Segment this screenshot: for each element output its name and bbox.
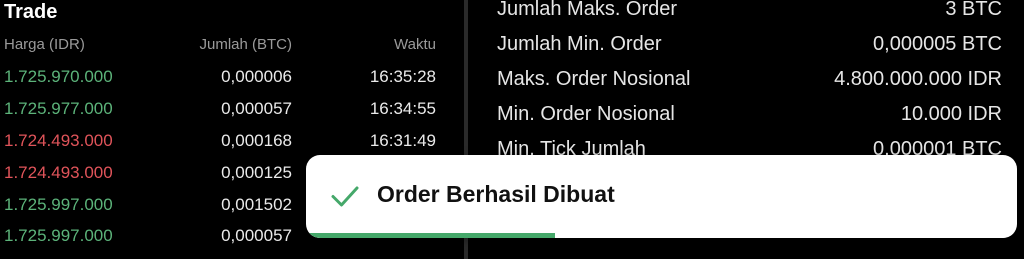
trade-amount: 0,000168 <box>221 131 292 150</box>
success-toast[interactable]: Order Berhasil Dibuat <box>306 155 1017 238</box>
trade-price: 1.725.997.000 <box>4 195 113 214</box>
trade-row: 1.725.970.000 0,000006 16:35:28 <box>0 67 462 99</box>
info-value: 0,000005 BTC <box>873 33 1002 55</box>
info-value: 10.000 IDR <box>900 103 1002 125</box>
info-value: 4.800.000.000 IDR <box>834 68 1002 90</box>
header-time: Waktu <box>394 36 436 53</box>
trade-time: 16:35:28 <box>369 67 436 86</box>
trade-amount: 0,000057 <box>221 99 292 118</box>
trade-price: 1.724.493.000 <box>4 131 113 150</box>
trade-amount: 0,001502 <box>221 195 292 214</box>
toast-progress-bar <box>306 233 555 238</box>
info-label: Jumlah Maks. Order <box>497 0 678 20</box>
trade-time: 16:34:55 <box>369 99 436 118</box>
trade-row: 1.725.977.000 0,000057 16:34:55 <box>0 99 462 131</box>
trade-price: 1.724.493.000 <box>4 163 113 182</box>
info-row-max-order-amount: Jumlah Maks. Order 3 BTC <box>470 0 1024 32</box>
trading-screen: Trade Harga (IDR) Jumlah (BTC) Waktu 1.7… <box>0 0 1024 259</box>
trade-time: 16:31:49 <box>369 131 436 150</box>
toast-progress-track <box>306 233 1017 238</box>
info-row-min-notional: Min. Order Nosional 10.000 IDR <box>470 103 1024 137</box>
trade-amount: 0,000006 <box>221 67 292 86</box>
trade-price: 1.725.997.000 <box>4 226 113 245</box>
info-row-max-notional: Maks. Order Nosional 4.800.000.000 IDR <box>470 68 1024 102</box>
header-amount: Jumlah (BTC) <box>199 36 292 53</box>
info-label: Min. Order Nosional <box>497 103 675 125</box>
info-value: 3 BTC <box>945 0 1002 20</box>
trade-price: 1.725.977.000 <box>4 99 113 118</box>
trade-price: 1.725.970.000 <box>4 67 113 86</box>
trade-amount: 0,000057 <box>221 226 292 245</box>
trade-table-header: Harga (IDR) Jumlah (BTC) Waktu <box>0 36 462 58</box>
info-label: Maks. Order Nosional <box>497 68 691 90</box>
check-icon <box>331 186 359 207</box>
toast-message: Order Berhasil Dibuat <box>377 181 615 207</box>
trade-title: Trade <box>4 1 58 23</box>
trade-amount: 0,000125 <box>221 163 292 182</box>
info-label: Jumlah Min. Order <box>497 33 662 55</box>
info-row-min-order-amount: Jumlah Min. Order 0,000005 BTC <box>470 33 1024 67</box>
header-price: Harga (IDR) <box>4 36 85 53</box>
